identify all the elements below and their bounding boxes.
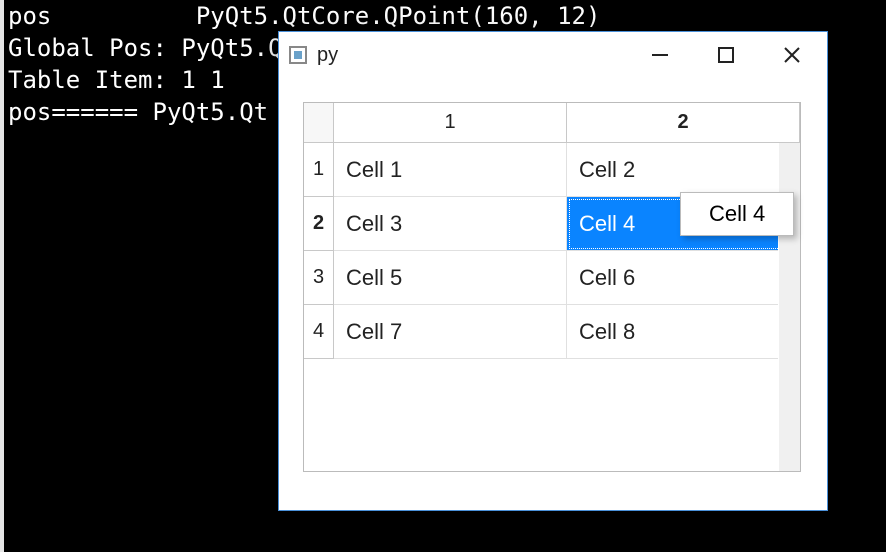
- maximize-button[interactable]: [693, 32, 759, 78]
- app-icon: [289, 46, 307, 64]
- tooltip: Cell 4: [680, 192, 794, 236]
- table-cell[interactable]: Cell 5: [334, 251, 567, 305]
- corner-cell[interactable]: [304, 103, 334, 143]
- table-widget[interactable]: 1 2 1 Cell 1 Cell 2 2 Cell 3 Cell 4 3 Ce…: [303, 102, 801, 472]
- table-row: 3 Cell 5 Cell 6: [304, 251, 800, 305]
- table-cell[interactable]: Cell 7: [334, 305, 567, 359]
- table-cell[interactable]: Cell 3: [334, 197, 567, 251]
- row-header[interactable]: 1: [304, 143, 334, 197]
- titlebar[interactable]: py: [279, 32, 827, 78]
- minimize-button[interactable]: [627, 32, 693, 78]
- close-button[interactable]: [759, 32, 825, 78]
- window-title: py: [317, 44, 627, 67]
- table-cell[interactable]: Cell 8: [567, 305, 800, 359]
- row-header[interactable]: 3: [304, 251, 334, 305]
- row-header[interactable]: 4: [304, 305, 334, 359]
- table-cell[interactable]: Cell 6: [567, 251, 800, 305]
- table-cell[interactable]: Cell 2: [567, 143, 800, 197]
- table-cell[interactable]: Cell 1: [334, 143, 567, 197]
- column-header[interactable]: 1: [334, 103, 567, 143]
- table-row: 4 Cell 7 Cell 8: [304, 305, 800, 359]
- table-row: 1 Cell 1 Cell 2: [304, 143, 800, 197]
- column-headers: 1 2: [304, 103, 800, 143]
- editor-gutter: [0, 0, 4, 552]
- row-header[interactable]: 2: [304, 197, 334, 251]
- app-window: py 1 2 1 Cell 1 Cell 2 2 Cell 3 Cell 4 3: [278, 31, 828, 511]
- column-header[interactable]: 2: [567, 103, 800, 143]
